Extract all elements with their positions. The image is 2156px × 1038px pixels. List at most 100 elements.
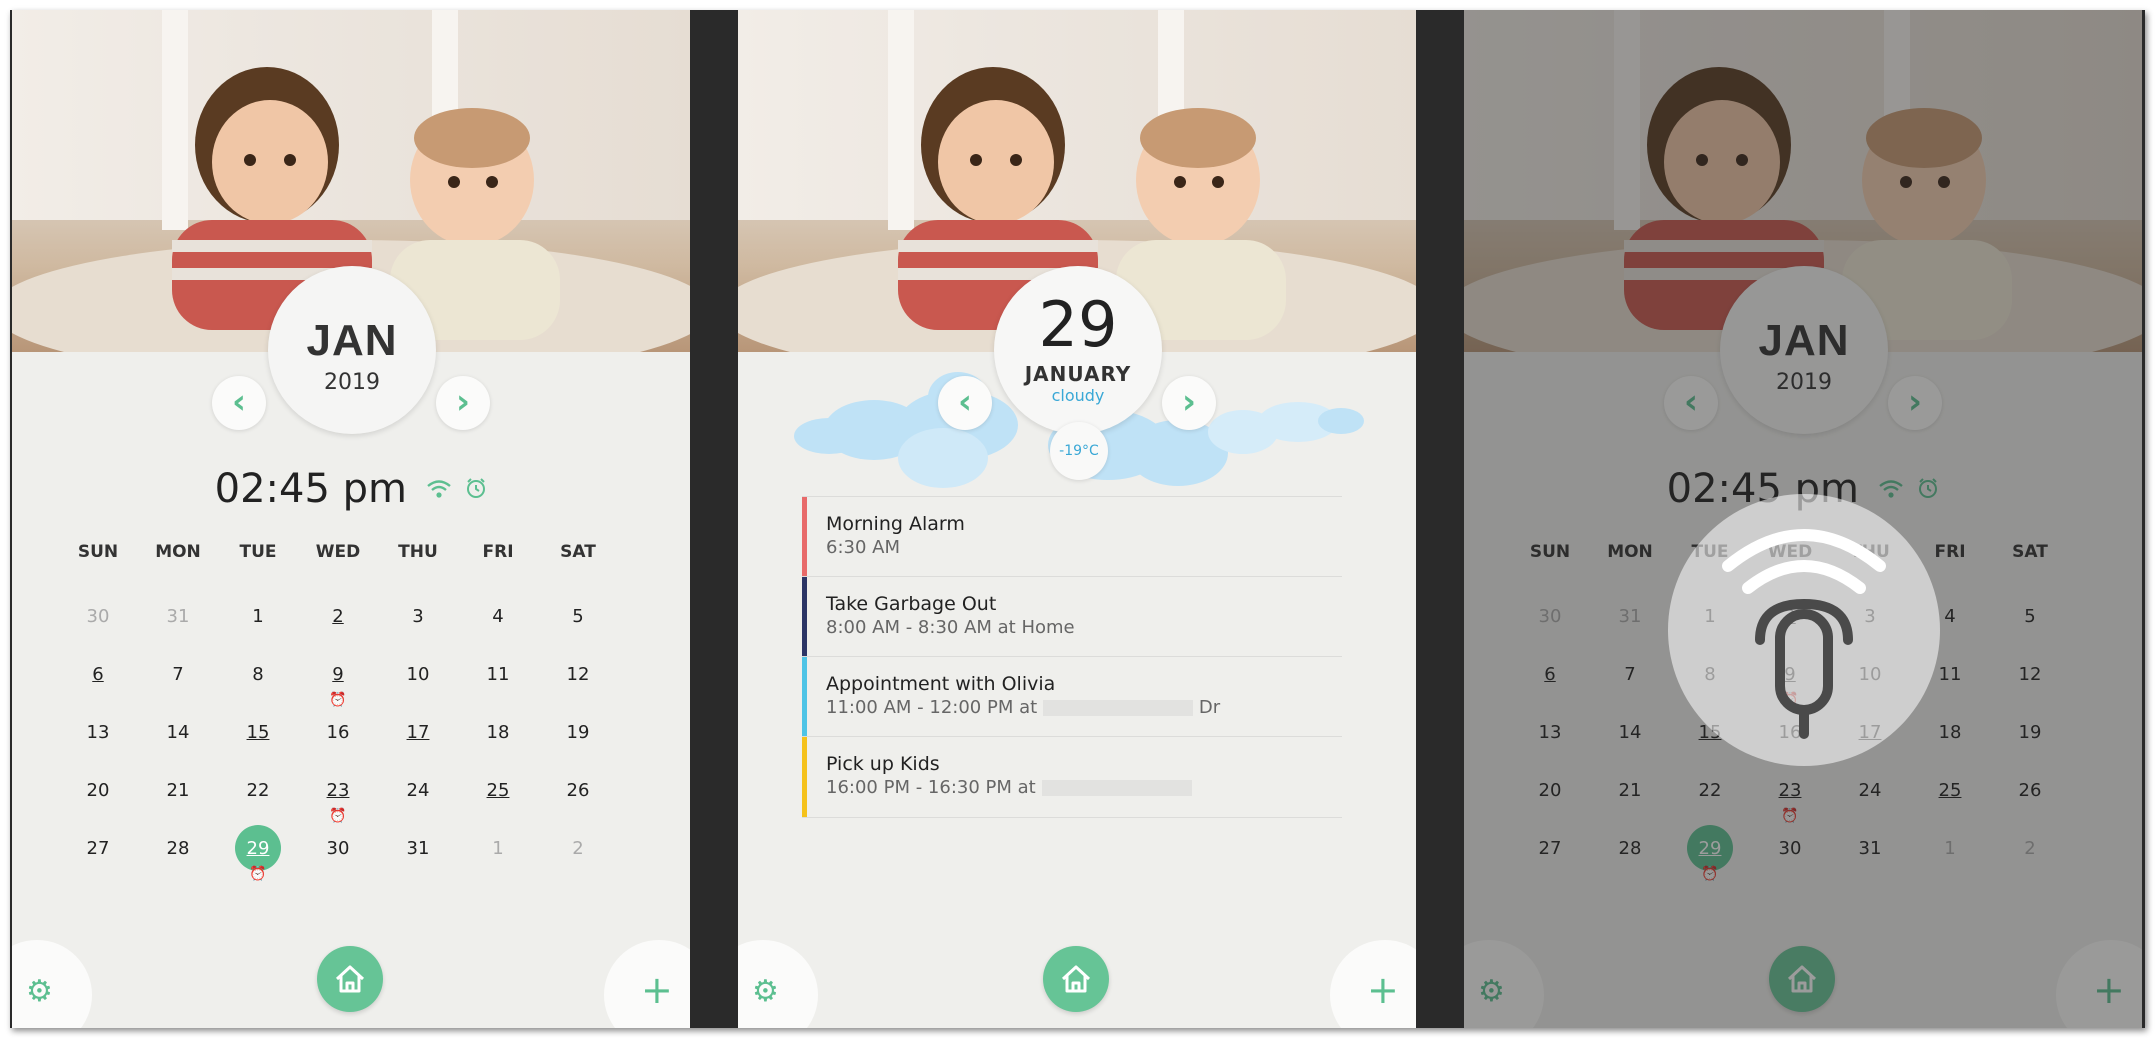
weather-condition: cloudy — [1051, 386, 1105, 405]
calendar-day[interactable]: 31 — [148, 606, 208, 627]
calendar-day[interactable]: 21 — [148, 780, 208, 801]
event-color-bar — [802, 497, 807, 577]
day-screen: 29 JANUARY cloudy -19°C ‹ › Morning Alar… — [738, 10, 1416, 1028]
prev-day-button[interactable]: ‹ — [938, 376, 992, 430]
calendar-day[interactable]: 8 — [228, 664, 288, 685]
day-month: JANUARY — [1024, 362, 1132, 386]
redacted-location — [1041, 780, 1192, 796]
calendar-day[interactable]: 6 — [68, 664, 128, 685]
clock: 02:45 pm — [12, 466, 690, 512]
event-detail: 11:00 AM - 12:00 PM at — [826, 697, 1038, 718]
calendar-day[interactable]: 15 — [228, 722, 288, 743]
event-detail: 6:30 AM — [826, 537, 900, 558]
calendar-day[interactable]: 12 — [548, 664, 608, 685]
alarm-clock-icon: ⏰ — [249, 866, 267, 882]
event-color-bar — [802, 737, 807, 817]
month-label: JAN — [306, 316, 398, 365]
redacted-location — [1043, 700, 1194, 716]
calendar-day[interactable]: 4 — [468, 606, 528, 627]
calendar-day[interactable]: 7 — [148, 664, 208, 685]
calendar-day[interactable]: 19 — [548, 722, 608, 743]
chevron-left-icon: ‹ — [231, 382, 246, 422]
voice-input-button[interactable] — [1668, 494, 1940, 766]
microphone-icon — [1722, 529, 1886, 739]
chevron-left-icon: ‹ — [957, 382, 972, 422]
home-button[interactable] — [317, 946, 383, 1012]
voice-screen: JAN 2019 ‹ › 02:45 pm SUNMONTUEWEDTHUFRI… — [1464, 10, 2142, 1028]
gear-icon[interactable]: ⚙ — [26, 974, 53, 1009]
calendar-screen: JAN 2019 ‹ › 02:45 pm SUN MON TUE WED THU FRI… — [12, 10, 690, 1028]
calendar-day[interactable]: 3 — [388, 606, 448, 627]
event-item[interactable]: Pick up Kids 16:00 PM - 16:30 PM at — [802, 736, 1342, 818]
month-badge: JAN 2019 — [268, 266, 436, 434]
calendar-day[interactable]: 16 — [308, 722, 368, 743]
event-item[interactable]: Morning Alarm 6:30 AM — [802, 496, 1342, 577]
calendar-day[interactable]: 18 — [468, 722, 528, 743]
event-detail-row: 16:00 PM - 16:30 PM at — [826, 777, 1192, 798]
event-title: Pick up Kids — [826, 753, 940, 775]
weekday-label: SAT — [560, 542, 596, 562]
event-detail: 8:00 AM - 8:30 AM at Home — [826, 617, 1075, 638]
weekday-label: TUE — [239, 542, 277, 562]
event-title: Take Garbage Out — [826, 593, 997, 615]
alarm-clock-icon: ⏰ — [329, 808, 347, 824]
day-number: 29 — [1038, 288, 1118, 361]
weekday-label: WED — [315, 542, 361, 562]
event-title: Appointment with Olivia — [826, 673, 1056, 695]
calendar-day[interactable]: 29 — [228, 838, 288, 859]
add-event-button[interactable]: + — [1367, 968, 1399, 1012]
calendar-day[interactable]: 2 — [548, 838, 608, 859]
calendar-day[interactable]: 25 — [468, 780, 528, 801]
calendar-day[interactable]: 27 — [68, 838, 128, 859]
home-icon — [1061, 965, 1091, 993]
calendar-day[interactable]: 23 — [308, 780, 368, 801]
event-detail-suffix: Dr — [1198, 697, 1221, 718]
event-color-bar — [802, 657, 807, 737]
clock-time: 02:45 pm — [214, 466, 407, 512]
calendar-day[interactable]: 1 — [468, 838, 528, 859]
alarm-clock-icon — [465, 477, 487, 505]
calendar-day[interactable]: 31 — [388, 838, 448, 859]
year-label: 2019 — [324, 370, 380, 395]
event-color-bar — [802, 577, 807, 657]
calendar-day[interactable]: 26 — [548, 780, 608, 801]
calendar-day[interactable]: 20 — [68, 780, 128, 801]
weekday-label: MON — [155, 542, 201, 562]
temperature-badge: -19°C — [1050, 422, 1108, 480]
calendar-day[interactable]: 13 — [68, 722, 128, 743]
weekday-label: SUN — [77, 542, 119, 562]
calendar-day[interactable]: 14 — [148, 722, 208, 743]
calendar-day[interactable]: 30 — [68, 606, 128, 627]
add-event-button[interactable]: + — [641, 968, 673, 1012]
calendar-day[interactable]: 11 — [468, 664, 528, 685]
calendar-day[interactable]: 5 — [548, 606, 608, 627]
weekday-label: THU — [398, 542, 438, 562]
calendar-day[interactable]: 28 — [148, 838, 208, 859]
chevron-right-icon: › — [1181, 382, 1196, 422]
event-title: Morning Alarm — [826, 513, 965, 535]
day-badge: 29 JANUARY cloudy — [994, 266, 1162, 434]
event-detail-row: 11:00 AM - 12:00 PM at Dr — [826, 697, 1220, 718]
event-detail: 16:00 PM - 16:30 PM at — [826, 777, 1036, 798]
gear-icon[interactable]: ⚙ — [752, 974, 779, 1009]
chevron-right-icon: › — [455, 382, 470, 422]
next-month-button[interactable]: › — [436, 376, 490, 430]
calendar-day[interactable]: 10 — [388, 664, 448, 685]
calendar-day[interactable]: 2 — [308, 606, 368, 627]
calendar-body — [12, 352, 690, 1028]
event-item[interactable]: Take Garbage Out 8:00 AM - 8:30 AM at Ho… — [802, 576, 1342, 657]
home-button[interactable] — [1043, 946, 1109, 1012]
next-day-button[interactable]: › — [1162, 376, 1216, 430]
alarm-clock-icon: ⏰ — [329, 692, 347, 708]
home-icon — [335, 965, 365, 993]
weekday-label: FRI — [482, 542, 514, 562]
calendar-day[interactable]: 24 — [388, 780, 448, 801]
wifi-icon — [426, 477, 460, 505]
prev-month-button[interactable]: ‹ — [212, 376, 266, 430]
calendar-day[interactable]: 9 — [308, 664, 368, 685]
calendar-day[interactable]: 17 — [388, 722, 448, 743]
calendar-day[interactable]: 30 — [308, 838, 368, 859]
calendar-day[interactable]: 1 — [228, 606, 288, 627]
calendar-day[interactable]: 22 — [228, 780, 288, 801]
event-item[interactable]: Appointment with Olivia 11:00 AM - 12:00… — [802, 656, 1342, 737]
